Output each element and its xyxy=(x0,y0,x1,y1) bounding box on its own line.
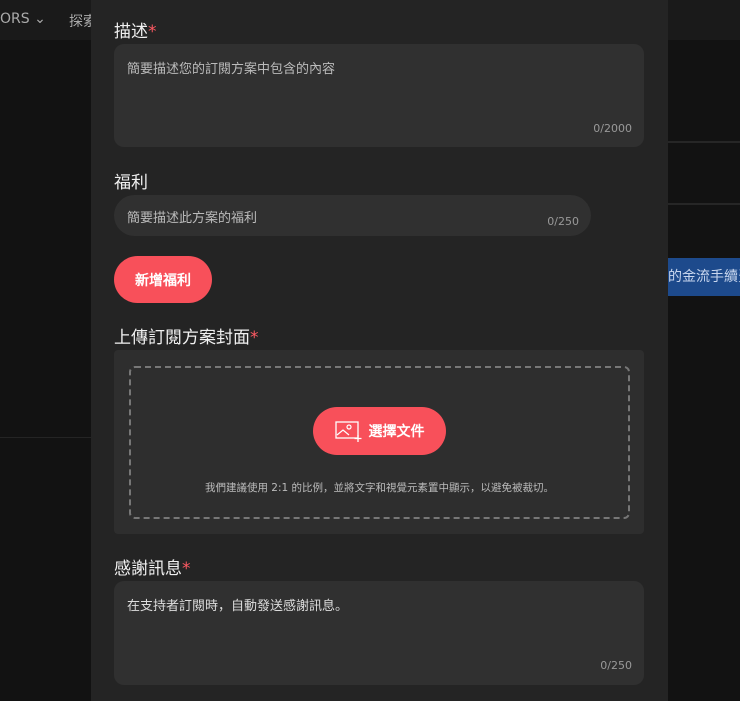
fee-banner: 的金流手續費 xyxy=(668,258,740,296)
cover-hint: 我們建議使用 2:1 的比例，並將文字和視覺元素置中顯示，以避免被裁切。 xyxy=(204,482,555,494)
dropzone[interactable]: 選擇文件 我們建議使用 2:1 的比例，並將文字和視覺元素置中顯示，以避免被裁切… xyxy=(129,366,630,519)
thanks-message-textarea[interactable]: 在支持者訂閱時，自動發送感謝訊息。 0/250 xyxy=(114,581,644,685)
benefit-input[interactable]: 簡要描述此方案的福利 0/250 xyxy=(114,195,591,236)
chevron-down-icon: ⌄ xyxy=(34,11,46,27)
divider xyxy=(668,203,740,205)
divider xyxy=(0,437,91,438)
description-textarea[interactable]: 簡要描述您的訂閱方案中包含的內容 0/2000 xyxy=(114,44,644,147)
char-counter: 0/250 xyxy=(600,659,632,672)
nav-item-creators[interactable]: ORS ⌄ xyxy=(0,11,46,27)
image-add-icon xyxy=(334,421,361,442)
char-counter: 0/250 xyxy=(547,215,579,228)
char-counter: 0/2000 xyxy=(593,122,632,135)
cover-upload-area[interactable]: 選擇文件 我們建議使用 2:1 的比例，並將文字和視覺元素置中顯示，以避免被裁切… xyxy=(114,350,644,534)
divider xyxy=(668,141,740,143)
cover-label: 上傳訂閱方案封面* xyxy=(114,328,259,348)
thanks-label: 感謝訊息* xyxy=(114,559,191,579)
add-benefit-button[interactable]: 新增福利 xyxy=(114,256,212,303)
choose-file-button[interactable]: 選擇文件 xyxy=(313,407,446,455)
benefits-label: 福利 xyxy=(114,173,148,193)
description-label: 描述* xyxy=(114,22,157,42)
subscription-plan-modal: 描述* 簡要描述您的訂閱方案中包含的內容 0/2000 福利 簡要描述此方案的福… xyxy=(91,0,668,701)
